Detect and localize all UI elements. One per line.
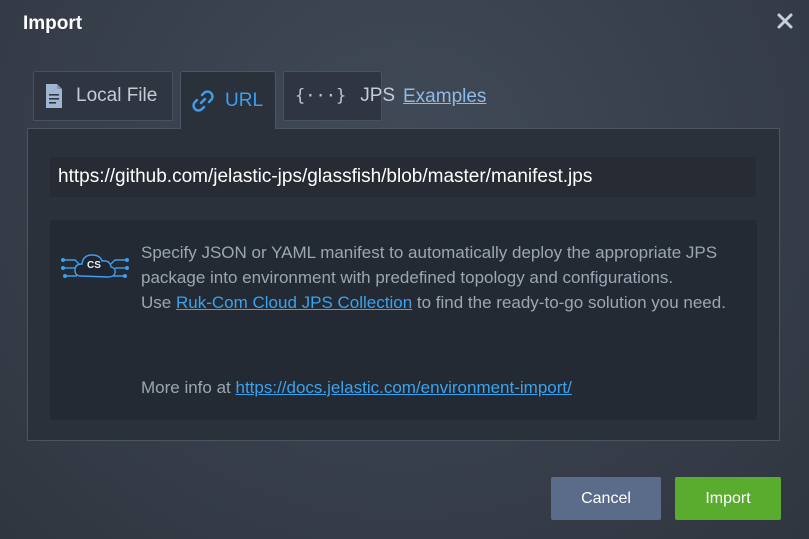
url-input[interactable]: [50, 157, 756, 197]
info-description: Specify JSON or YAML manifest to automat…: [141, 240, 741, 315]
tab-local-file-label: Local File: [76, 85, 158, 106]
import-button[interactable]: Import: [675, 477, 781, 520]
document-icon: [46, 84, 62, 108]
tab-jps[interactable]: {···} JPS: [283, 71, 395, 121]
tab-url[interactable]: URL: [180, 71, 276, 129]
import-dialog: Import Local File URL {···} JPS Examples: [0, 0, 809, 539]
braces-icon: {···}: [295, 86, 347, 106]
docs-link[interactable]: https://docs.jelastic.com/environment-im…: [236, 378, 572, 397]
info-line-1: Specify JSON or YAML manifest to automat…: [141, 243, 718, 287]
more-info: More info at https://docs.jelastic.com/e…: [141, 378, 572, 398]
more-info-prefix: More info at: [141, 378, 236, 397]
tab-local-file[interactable]: Local File: [33, 71, 173, 121]
info-use-suffix: to find the ready-to-go solution you nee…: [412, 293, 726, 312]
link-icon: [192, 89, 214, 112]
tab-jps-label: JPS: [360, 85, 396, 106]
close-icon: [777, 13, 793, 29]
cloud-network-icon: CS: [61, 246, 129, 291]
info-icon-label: CS: [87, 260, 101, 271]
close-button[interactable]: [772, 8, 798, 34]
info-line-2: Use Ruk-Com Cloud JPS Collection to find…: [141, 290, 741, 315]
info-use-prefix: Use: [141, 293, 176, 312]
cancel-button[interactable]: Cancel: [551, 477, 661, 520]
tab-url-label: URL: [225, 89, 264, 111]
examples-link[interactable]: Examples: [403, 86, 486, 108]
dialog-title: Import: [23, 13, 83, 34]
jps-collection-link[interactable]: Ruk-Com Cloud JPS Collection: [176, 293, 412, 312]
